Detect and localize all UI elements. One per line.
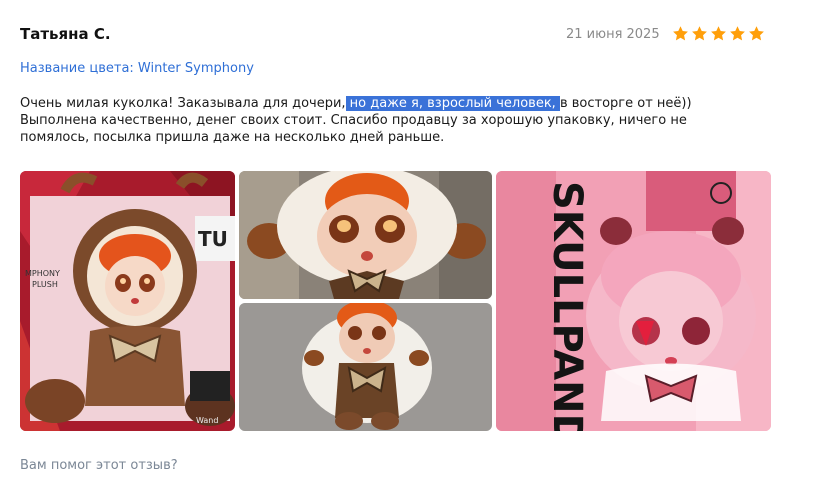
star-icon xyxy=(673,26,688,41)
box-text-wand: Wand xyxy=(196,416,218,425)
star-icon xyxy=(692,26,707,41)
color-variant-label[interactable]: Название цвета: Winter Symphony xyxy=(20,61,254,76)
rating-stars xyxy=(672,25,765,42)
star-icon xyxy=(749,26,764,41)
star-icon xyxy=(730,26,745,41)
photo-doll-face-closeup[interactable] xyxy=(239,171,492,299)
review-text-selected: но даже я, взрослый человек, xyxy=(345,96,560,111)
box-text-plush: PLUSH xyxy=(32,280,58,289)
box-text-skullpanda: SKULLPANDA xyxy=(544,181,590,431)
box-text-mphony: MPHONY xyxy=(25,269,60,278)
review-date: 21 июня 2025 xyxy=(566,27,660,42)
review-text-start: Очень милая куколка! Заказывала для доче… xyxy=(20,96,346,111)
star-icon xyxy=(711,26,726,41)
review-text: Очень милая куколка! Заказывала для доче… xyxy=(20,95,760,146)
helpful-question[interactable]: Вам помог этот отзыв? xyxy=(20,458,178,473)
photo-doll-on-carpet[interactable] xyxy=(239,303,492,431)
photo-doll-box-front[interactable]: TU MPHONY PLUSH Wand xyxy=(20,171,235,431)
box-text-tu: TU xyxy=(198,227,228,251)
review-author: Татьяна С. xyxy=(20,25,111,43)
photo-skullpanda-box[interactable]: SKULLPANDA xyxy=(496,171,771,431)
